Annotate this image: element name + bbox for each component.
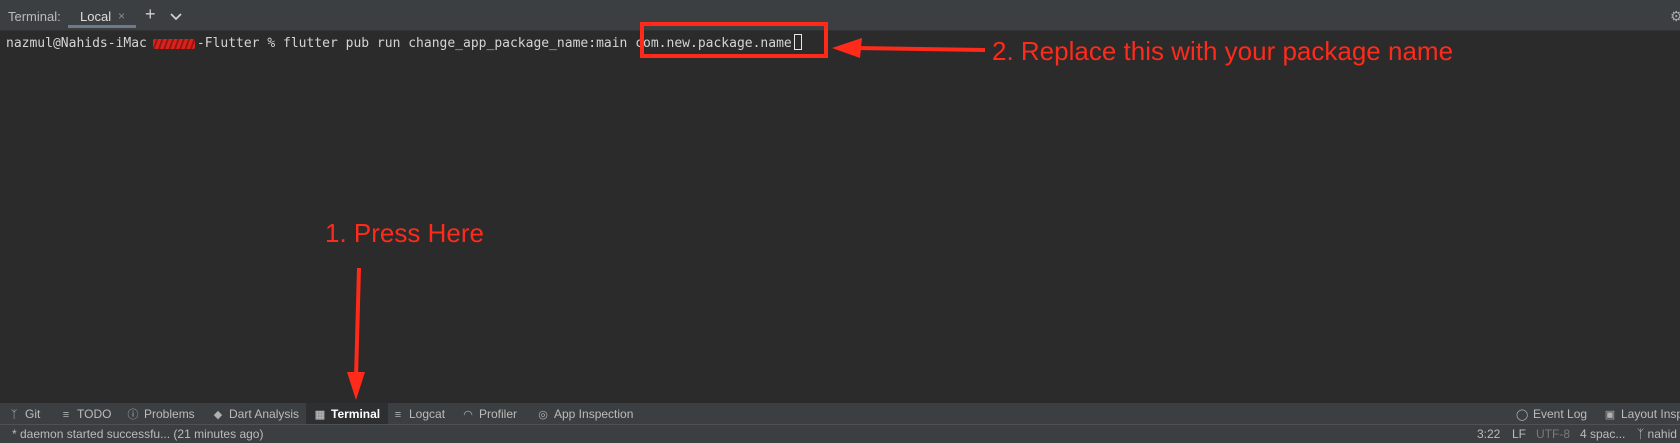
gauge-icon: ◠ [463,409,473,421]
logcat-icon: ≡ [394,409,402,421]
arrow-to-terminal-tab [347,267,365,400]
tool-terminal-label: Terminal [331,407,381,421]
tool-git[interactable]: ᛉ Git [8,403,41,425]
terminal-icon: ▦ [314,409,326,421]
inspection-icon: ◎ [538,409,548,421]
tool-layout-inspector[interactable]: ▣ Layout Insp [1604,403,1680,425]
event-log-icon: ◯ [1516,409,1529,421]
branch-name: nahid [1647,427,1677,441]
annotation-step-1: 1. Press Here [325,218,484,248]
tool-event-log-label: Event Log [1533,407,1588,421]
indent-setting[interactable]: 4 spac... [1580,427,1625,441]
arrow-to-package-name [832,38,986,58]
tool-event-log[interactable]: ◯ Event Log [1516,403,1587,425]
tool-todo[interactable]: ≡ TODO [60,403,112,425]
tool-problems[interactable]: ⓘ Problems [127,403,195,425]
status-message[interactable]: * daemon started successfu... (21 minute… [12,427,263,441]
annotation-step-2: 2. Replace this with your package name [992,36,1454,66]
caret-position[interactable]: 3:22 [1477,427,1500,441]
git-branch-status[interactable]: ᛉ nahid [1637,427,1677,441]
tool-terminal[interactable]: ▦ Terminal [306,403,389,425]
tool-profiler-label: Profiler [479,407,518,421]
tool-git-label: Git [25,407,41,421]
git-branch-icon: ᛉ [10,409,18,421]
tool-dart-analysis[interactable]: ◆ Dart Analysis [212,403,299,425]
info-icon: ⓘ [127,409,139,421]
tool-window-bar: ᛉ Git ≡ TODO ⓘ Problems ◆ Dart Analysis ▦ Ter… [0,402,1680,425]
tool-dart-analysis-label: Dart Analysis [229,407,300,421]
tool-app-inspection[interactable]: ◎ App Inspection [537,403,633,425]
branch-icon: ᛉ [1637,427,1645,441]
tool-logcat[interactable]: ≡ Logcat [392,403,445,425]
tool-layout-inspector-label: Layout Insp [1621,407,1680,421]
tool-logcat-label: Logcat [409,407,446,421]
tool-todo-label: TODO [77,407,112,421]
status-bar: * daemon started successfu... (21 minute… [0,424,1680,443]
line-separator[interactable]: LF [1512,427,1526,441]
list-icon: ≡ [62,409,70,421]
dart-icon: ◆ [213,409,223,421]
tool-profiler[interactable]: ◠ Profiler [462,403,517,425]
tool-app-inspection-label: App Inspection [554,407,634,421]
layout-inspector-icon: ▣ [1604,409,1616,421]
tool-problems-label: Problems [144,407,195,421]
file-encoding[interactable]: UTF-8 [1536,427,1570,441]
